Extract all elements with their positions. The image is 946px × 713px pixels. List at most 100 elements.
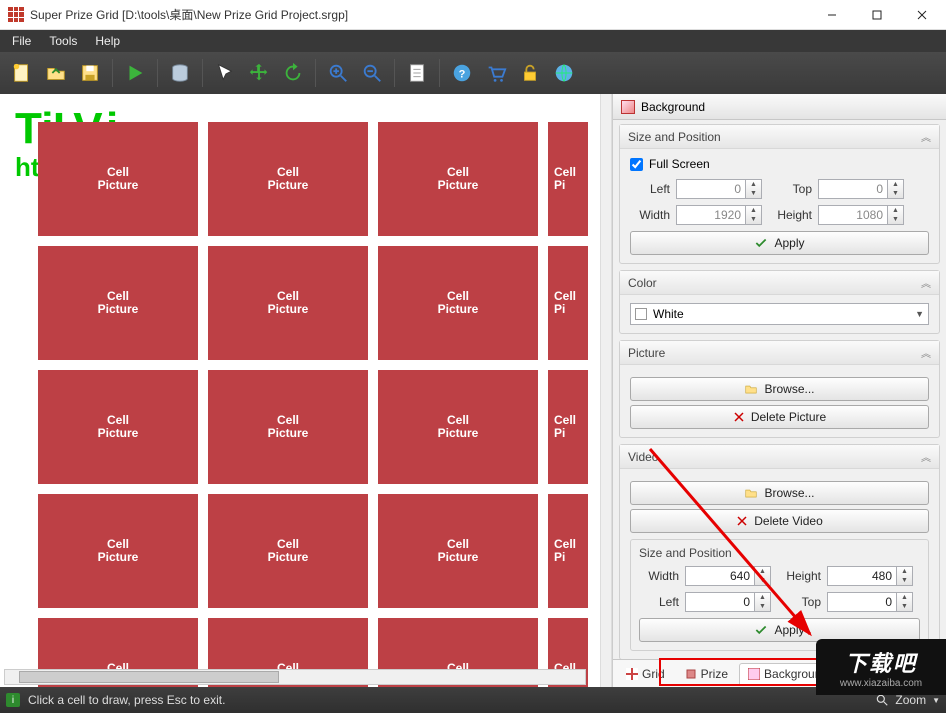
- section-title: Video: [628, 450, 658, 464]
- grid-cell[interactable]: CellPicture: [208, 246, 368, 360]
- status-bar: i Click a cell to draw, press Esc to exi…: [0, 687, 946, 713]
- menu-help[interactable]: Help: [87, 32, 128, 50]
- height-input[interactable]: [818, 205, 888, 225]
- horizontal-scrollbar[interactable]: [4, 669, 586, 685]
- spinner-arrows[interactable]: ▲▼: [746, 205, 762, 225]
- badge-url: www.xiazaiba.com: [840, 678, 922, 689]
- background-icon: [621, 100, 635, 114]
- vtop-input[interactable]: [827, 592, 897, 612]
- minimize-button[interactable]: [809, 1, 854, 29]
- dropdown-icon: ▼: [932, 696, 940, 705]
- grid-cell[interactable]: CellPicture: [38, 246, 198, 360]
- section-size-position: Size and Position︽ Full Screen Left▲▼ To…: [619, 124, 940, 264]
- help-button[interactable]: ?: [446, 57, 478, 89]
- section-video: Video︽ Browse... Delete Video Size and P…: [619, 444, 940, 659]
- spinner-arrows[interactable]: ▲▼: [755, 592, 771, 612]
- vtop-label: Top: [781, 595, 821, 609]
- top-input[interactable]: [818, 179, 888, 199]
- height-label: Height: [772, 208, 812, 222]
- maximize-button[interactable]: [854, 1, 899, 29]
- spinner-arrows[interactable]: ▲▼: [755, 566, 771, 586]
- grid-cell[interactable]: CellPicture: [378, 246, 538, 360]
- menu-file[interactable]: File: [4, 32, 39, 50]
- browse-video-button[interactable]: Browse...: [630, 481, 929, 505]
- vleft-input[interactable]: [685, 592, 755, 612]
- document-button[interactable]: [401, 57, 433, 89]
- color-combo[interactable]: White ▼: [630, 303, 929, 325]
- grid-cell[interactable]: CellPicture: [378, 122, 538, 236]
- grid-cell[interactable]: CellPicture: [378, 370, 538, 484]
- grid-cell[interactable]: CellPi: [548, 122, 588, 236]
- grid-cell[interactable]: CellPicture: [208, 494, 368, 608]
- collapse-icon[interactable]: ︽: [921, 449, 931, 464]
- full-screen-label: Full Screen: [649, 157, 710, 171]
- collapse-icon[interactable]: ︽: [921, 345, 931, 360]
- spinner-arrows[interactable]: ▲▼: [888, 179, 904, 199]
- grid-cell[interactable]: CellPicture: [38, 122, 198, 236]
- unlock-button[interactable]: [514, 57, 546, 89]
- section-title: Color: [628, 276, 657, 290]
- panel-title: Background: [641, 100, 705, 114]
- delete-picture-button[interactable]: Delete Picture: [630, 405, 929, 429]
- grid-cell[interactable]: CellPicture: [378, 494, 538, 608]
- spinner-arrows[interactable]: ▲▼: [888, 205, 904, 225]
- grid-cell[interactable]: CellPicture: [38, 370, 198, 484]
- video-size-position: Size and Position Width▲▼ Height▲▼ Left▲…: [630, 539, 929, 651]
- vwidth-label: Width: [639, 569, 679, 583]
- full-screen-checkbox[interactable]: [630, 158, 643, 171]
- grid-cell[interactable]: CellPi: [548, 246, 588, 360]
- grid-cell[interactable]: CellPicture: [208, 370, 368, 484]
- properties-panel: Background Size and Position ︽ Full Scree…: [612, 94, 946, 687]
- collapse-icon[interactable]: ︽: [921, 129, 931, 144]
- apply-button[interactable]: Apply: [630, 231, 929, 255]
- section-title: Picture: [628, 346, 665, 360]
- left-input[interactable]: [676, 179, 746, 199]
- zoom-icon: [875, 693, 889, 707]
- width-label: Width: [630, 208, 670, 222]
- move-button[interactable]: [243, 57, 275, 89]
- globe-button[interactable]: [548, 57, 580, 89]
- panel-header: Background: [613, 94, 946, 120]
- window-title: Super Prize Grid [D:\tools\桌面\New Prize …: [30, 6, 809, 23]
- grid-cell[interactable]: CellPi: [548, 370, 588, 484]
- canvas[interactable]: T.i.I V....i ht CellPicture CellPicture …: [0, 94, 600, 687]
- tab-prize[interactable]: Prize: [676, 663, 737, 685]
- menu-bar: File Tools Help: [0, 30, 946, 52]
- play-button[interactable]: [119, 57, 151, 89]
- zoom-in-button[interactable]: [322, 57, 354, 89]
- close-button[interactable]: [899, 1, 944, 29]
- pointer-button[interactable]: [209, 57, 241, 89]
- save-button[interactable]: [74, 57, 106, 89]
- database-button[interactable]: [164, 57, 196, 89]
- new-button[interactable]: [6, 57, 38, 89]
- status-hint: Click a cell to draw, press Esc to exit.: [28, 693, 225, 707]
- dropdown-icon: ▼: [915, 309, 924, 319]
- vheight-label: Height: [781, 569, 821, 583]
- spinner-arrows[interactable]: ▲▼: [897, 592, 913, 612]
- section-title: Size and Position: [628, 130, 721, 144]
- open-button[interactable]: [40, 57, 72, 89]
- spinner-arrows[interactable]: ▲▼: [897, 566, 913, 586]
- width-input[interactable]: [676, 205, 746, 225]
- section-picture: Picture ︽ Browse... Delete Picture: [619, 340, 940, 438]
- title-bar: Super Prize Grid [D:\tools\桌面\New Prize …: [0, 0, 946, 30]
- grid-cell[interactable]: CellPi: [548, 494, 588, 608]
- spinner-arrows[interactable]: ▲▼: [746, 179, 762, 199]
- toolbar: ?: [0, 52, 946, 94]
- menu-tools[interactable]: Tools: [41, 32, 85, 50]
- vwidth-input[interactable]: [685, 566, 755, 586]
- zoom-out-button[interactable]: [356, 57, 388, 89]
- grid-cell[interactable]: CellPicture: [38, 494, 198, 608]
- splitter[interactable]: [600, 94, 612, 687]
- vheight-input[interactable]: [827, 566, 897, 586]
- zoom-control[interactable]: Zoom ▼: [875, 693, 940, 707]
- grid-cell[interactable]: CellPicture: [208, 122, 368, 236]
- delete-video-button[interactable]: Delete Video: [630, 509, 929, 533]
- color-value: White: [653, 307, 684, 321]
- rotate-button[interactable]: [277, 57, 309, 89]
- browse-picture-button[interactable]: Browse...: [630, 377, 929, 401]
- main-area: T.i.I V....i ht CellPicture CellPicture …: [0, 94, 946, 687]
- tab-grid[interactable]: Grid: [617, 663, 674, 685]
- collapse-icon[interactable]: ︽: [921, 275, 931, 290]
- cart-button[interactable]: [480, 57, 512, 89]
